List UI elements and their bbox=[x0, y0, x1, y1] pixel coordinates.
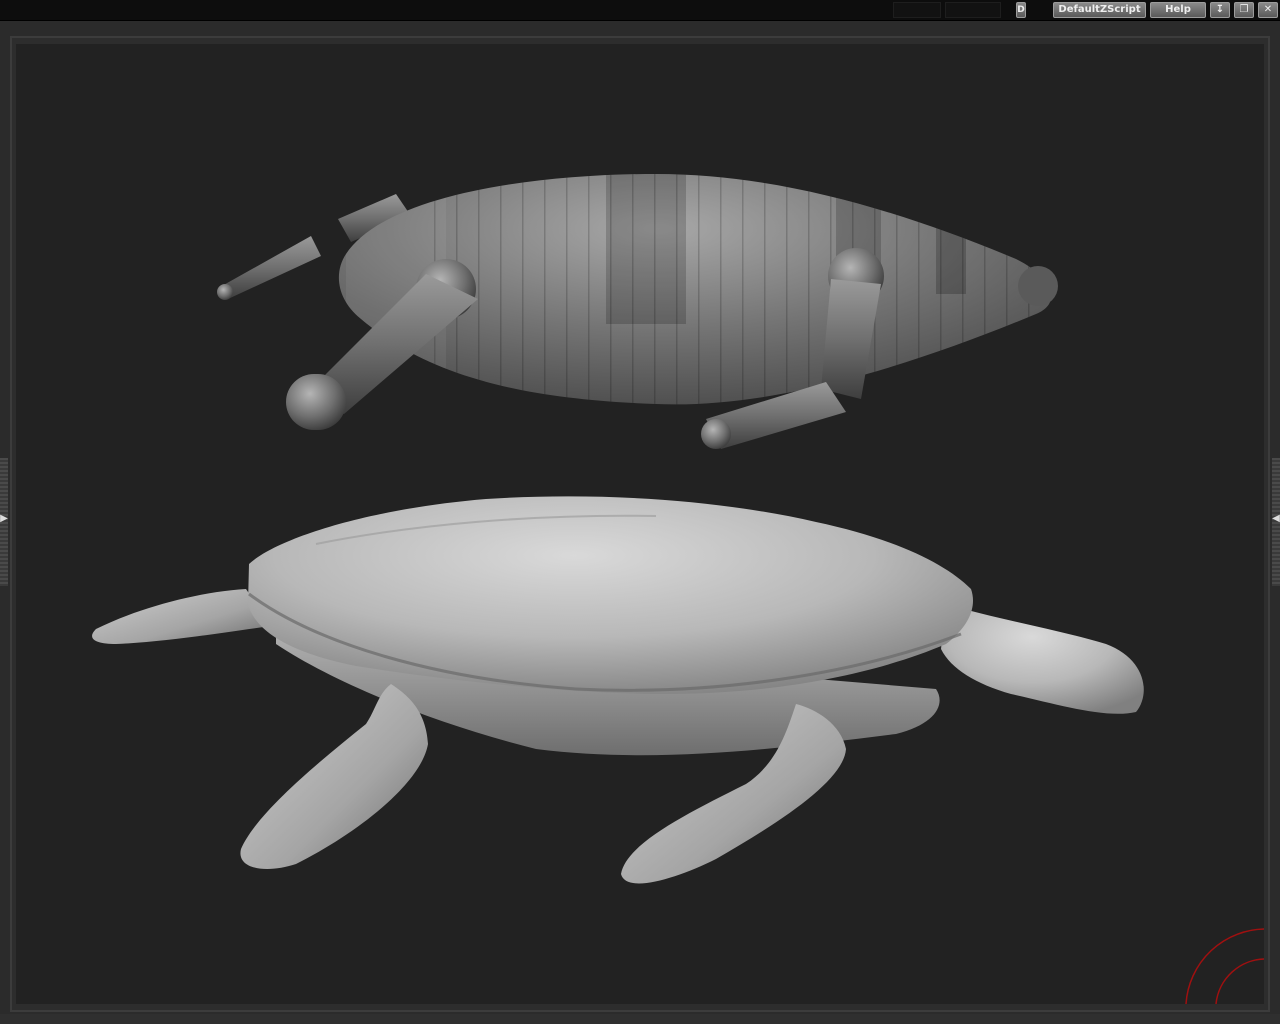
zsphere-armature-model bbox=[217, 174, 1058, 449]
restore-icon[interactable]: ❐ bbox=[1234, 2, 1254, 18]
default-zscript-button[interactable]: DefaultZScript bbox=[1053, 2, 1146, 18]
right-tray-arrow-icon[interactable]: ◀ bbox=[1272, 512, 1280, 526]
canvas-viewport[interactable] bbox=[16, 44, 1264, 1004]
menu-slot[interactable] bbox=[893, 2, 941, 18]
minimize-icon[interactable]: ↧ bbox=[1210, 2, 1230, 18]
turtle-head bbox=[941, 604, 1144, 714]
axis-gizmo[interactable] bbox=[1185, 928, 1264, 1004]
turtle-rear-flipper bbox=[92, 589, 271, 644]
truncated-menu-button[interactable]: D bbox=[1016, 2, 1026, 18]
armature-back-left-leg bbox=[217, 236, 321, 300]
help-button[interactable]: Help bbox=[1150, 2, 1206, 18]
turtle-front-left-flipper bbox=[240, 684, 428, 869]
sea-turtle-model bbox=[92, 496, 1144, 884]
top-menu-bar: D DefaultZScript Help ↧ ❐ ✕ bbox=[0, 0, 1280, 21]
close-icon[interactable]: ✕ bbox=[1258, 2, 1278, 18]
bottom-strip bbox=[0, 1014, 1280, 1024]
left-tray-arrow-icon[interactable]: ▶ bbox=[0, 512, 8, 526]
menu-slot[interactable] bbox=[945, 2, 1001, 18]
